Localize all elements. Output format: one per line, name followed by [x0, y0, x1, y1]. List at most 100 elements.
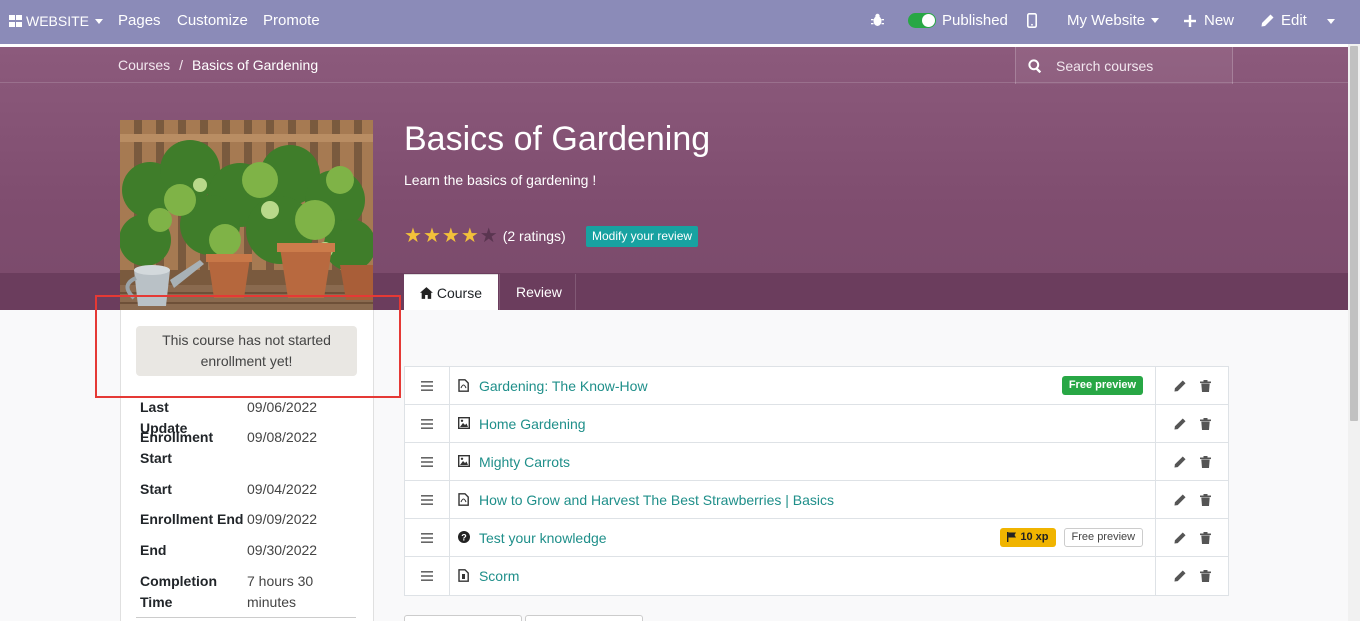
content-link[interactable]: Home Gardening [450, 404, 1157, 443]
info-value: 09/09/2022 [247, 511, 318, 527]
drag-handle-icon[interactable] [405, 518, 450, 557]
content-title[interactable]: Scorm [479, 568, 519, 584]
trash-icon[interactable] [1199, 570, 1211, 582]
edit-dropdown-toggle[interactable] [1327, 19, 1335, 24]
content-title[interactable]: Test your knowledge [479, 530, 607, 546]
trash-icon[interactable] [1199, 417, 1211, 430]
pdf-icon [458, 378, 471, 393]
content-title[interactable]: How to Grow and Harvest The Best Strawbe… [479, 492, 834, 508]
breadcrumb: Courses / Basics of Gardening [118, 57, 318, 73]
add-content-button[interactable] [525, 615, 643, 621]
published-label: Published [942, 12, 1008, 29]
course-subtitle: Learn the basics of gardening ! [404, 172, 597, 188]
mobile-preview-button[interactable] [1027, 13, 1037, 28]
scorm-icon [458, 569, 471, 583]
list-item: Gardening: The Know-How Free preview [405, 366, 1228, 405]
free-preview-badge: Free preview [1063, 527, 1144, 547]
star-empty-icon: ★ [479, 225, 498, 247]
published-toggle[interactable]: Published [908, 12, 1008, 29]
new-button[interactable]: New [1184, 12, 1234, 29]
scrollbar-thumb[interactable] [1350, 46, 1358, 421]
tab-course[interactable]: Course [404, 274, 498, 310]
search-icon [1028, 58, 1042, 73]
ratings-count: (2 ratings) [502, 228, 566, 244]
page-scrollbar[interactable] [1348, 44, 1360, 621]
star-icon: ★ [460, 225, 479, 247]
my-website-menu[interactable]: My Website [1067, 12, 1160, 29]
trash-icon[interactable] [1199, 493, 1211, 506]
drag-handle-icon[interactable] [405, 557, 450, 595]
edit-button[interactable]: Edit [1261, 12, 1307, 29]
list-item: ? Test your knowledge 10 xp Free preview [405, 518, 1228, 557]
trash-icon[interactable] [1199, 531, 1211, 544]
list-item: How to Grow and Harvest The Best Strawbe… [405, 480, 1228, 519]
info-value: 09/08/2022 [247, 429, 318, 445]
pdf-icon [458, 492, 471, 507]
star-icon: ★ [404, 225, 422, 247]
content-link[interactable]: Gardening: The Know-How Free preview [450, 366, 1157, 405]
pages-menu[interactable]: Pages [118, 12, 161, 29]
content-link[interactable]: Scorm [450, 557, 1157, 595]
drag-handle-icon[interactable] [405, 480, 450, 519]
apps-grid-icon [9, 15, 22, 27]
toggle-switch[interactable] [908, 13, 936, 28]
pencil-icon[interactable] [1174, 379, 1186, 392]
info-value: 09/06/2022 [247, 399, 318, 415]
content-link[interactable]: Mighty Carrots [450, 442, 1157, 481]
course-content-list: Gardening: The Know-How Free preview Hom… [404, 366, 1229, 596]
pencil-icon[interactable] [1174, 531, 1186, 544]
drag-handle-icon[interactable] [405, 366, 450, 405]
xp-badge: 10 xp [1000, 527, 1056, 547]
star-icon: ★ [441, 225, 460, 247]
content-link[interactable]: How to Grow and Harvest The Best Strawbe… [450, 480, 1157, 519]
chevron-down-icon [1151, 18, 1160, 23]
list-item: Mighty Carrots [405, 442, 1228, 481]
highlight-box [95, 295, 401, 398]
chevron-down-icon [95, 18, 104, 24]
content-title[interactable]: Home Gardening [479, 416, 586, 432]
tab-course-label: Course [436, 284, 482, 301]
breadcrumb-courses-link[interactable]: Courses [118, 57, 170, 73]
tab-review[interactable]: Review [499, 274, 576, 310]
breadcrumb-current: Basics of Gardening [192, 57, 319, 73]
website-menu-label: WEBSITE [26, 13, 90, 29]
breadcrumb-separator: / [179, 57, 184, 73]
info-label: Enrollment Start [140, 429, 214, 466]
pencil-icon[interactable] [1174, 570, 1186, 582]
search-placeholder: Search courses [1056, 57, 1154, 74]
svg-text:?: ? [461, 532, 467, 542]
star-icon: ★ [422, 225, 441, 247]
new-label: New [1204, 12, 1235, 29]
promote-menu[interactable]: Promote [263, 12, 320, 29]
course-cover-image [120, 120, 373, 310]
course-title: Basics of Gardening [404, 120, 711, 158]
mobile-phone-icon [1027, 13, 1037, 28]
customize-menu[interactable]: Customize [177, 12, 248, 29]
trash-icon[interactable] [1199, 379, 1211, 392]
free-preview-badge: Free preview [1061, 375, 1144, 395]
info-value: 09/30/2022 [247, 542, 318, 558]
website-menu[interactable]: WEBSITE [9, 13, 104, 29]
trash-icon[interactable] [1199, 455, 1211, 468]
modify-review-button[interactable]: Modify your review [586, 226, 699, 247]
drag-handle-icon[interactable] [405, 404, 450, 443]
info-label: Completion Time [140, 573, 217, 610]
info-label: Start [140, 481, 172, 497]
search-courses-input[interactable]: Search courses [1015, 47, 1233, 84]
pencil-icon[interactable] [1174, 493, 1186, 506]
add-section-button[interactable] [404, 615, 522, 621]
course-rating: ★ ★ ★ ★ ★ (2 ratings) [404, 226, 566, 246]
image-icon [457, 454, 471, 469]
content-title[interactable]: Gardening: The Know-How [479, 378, 648, 394]
pencil-icon[interactable] [1174, 455, 1186, 468]
content-title[interactable]: Mighty Carrots [479, 454, 570, 470]
pencil-icon[interactable] [1174, 417, 1186, 430]
xp-value: 10 xp [1020, 530, 1049, 543]
drag-handle-icon[interactable] [405, 442, 450, 481]
plus-icon [1184, 14, 1196, 27]
debug-button[interactable] [871, 13, 884, 27]
content-link[interactable]: ? Test your knowledge 10 xp Free preview [450, 518, 1157, 557]
chevron-down-icon [1327, 19, 1335, 24]
info-value: 09/04/2022 [247, 481, 318, 497]
flag-icon [1007, 532, 1017, 542]
